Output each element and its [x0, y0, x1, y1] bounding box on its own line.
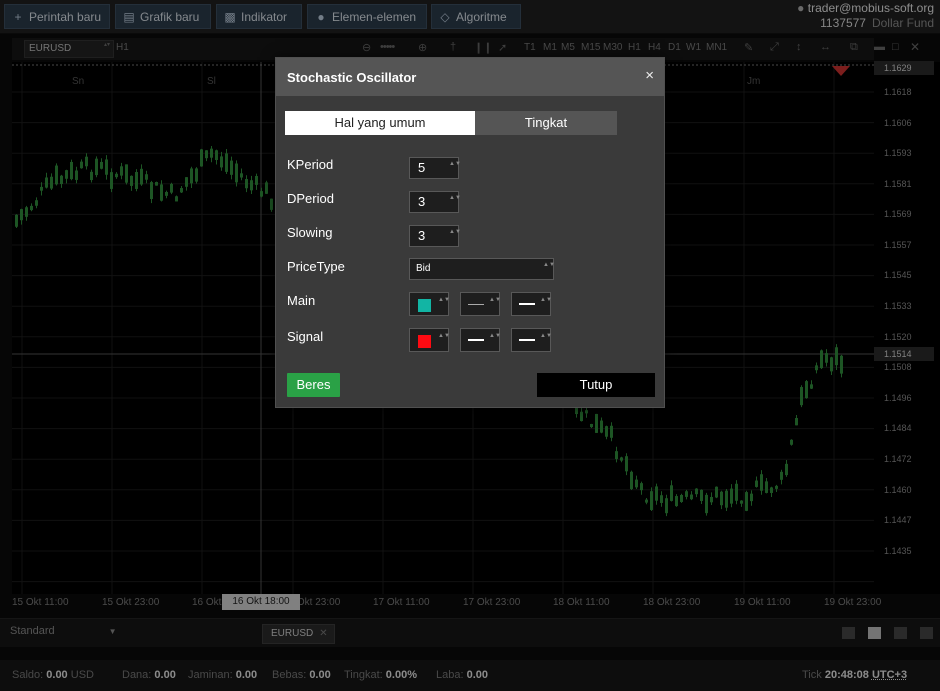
- stepper-arrows-icon: ▲▼: [438, 333, 450, 339]
- dialog-header: Stochastic Oscillator ×: [276, 58, 664, 96]
- pricetype-label: PriceType: [287, 259, 345, 274]
- main-color-swatch: [418, 299, 431, 312]
- solid-line-icon: [519, 303, 535, 305]
- dialog-close-icon[interactable]: ×: [645, 67, 654, 84]
- signal-label: Signal: [287, 329, 324, 344]
- main-line-width-select[interactable]: ▲▼: [460, 292, 501, 316]
- signal-line-width-select[interactable]: ▲▼: [460, 328, 501, 352]
- stepper-arrows-icon[interactable]: ▲▼: [449, 161, 461, 168]
- signal-color-swatch: [418, 335, 431, 348]
- stepper-arrows-icon[interactable]: ▲▼: [449, 229, 461, 236]
- ok-button[interactable]: Beres: [287, 373, 340, 397]
- stepper-arrows-icon: ▲▼: [438, 297, 450, 303]
- chevron-updown-icon: ▲▼: [543, 262, 555, 268]
- tab-levels[interactable]: Tingkat: [475, 111, 617, 135]
- main-line-style-select[interactable]: ▲▼: [511, 292, 552, 316]
- slowing-stepper[interactable]: 3 ▲▼: [409, 225, 461, 247]
- main-color-picker[interactable]: ▲▼: [409, 292, 450, 316]
- dperiod-label: DPeriod: [287, 191, 334, 206]
- dialog-title: Stochastic Oscillator: [287, 70, 417, 85]
- slowing-label: Slowing: [287, 225, 333, 240]
- close-button[interactable]: Tutup: [537, 373, 655, 397]
- stepper-arrows-icon: ▲▼: [489, 297, 501, 303]
- dialog-tabs: Hal yang umum Tingkat: [285, 111, 617, 135]
- stepper-arrows-icon[interactable]: ▲▼: [449, 195, 461, 202]
- pricetype-select[interactable]: Bid ▲▼: [409, 258, 555, 280]
- stepper-arrows-icon: ▲▼: [489, 333, 501, 339]
- indicator-settings-dialog: Stochastic Oscillator × Hal yang umum Ti…: [275, 57, 665, 408]
- main-label: Main: [287, 293, 316, 308]
- kperiod-label: KPeriod: [287, 157, 334, 172]
- dperiod-stepper[interactable]: 3 ▲▼: [409, 191, 461, 213]
- signal-line-style-select[interactable]: ▲▼: [511, 328, 552, 352]
- tab-general[interactable]: Hal yang umum: [285, 111, 475, 135]
- solid-line-icon: [468, 339, 484, 341]
- signal-color-picker[interactable]: ▲▼: [409, 328, 450, 352]
- stepper-arrows-icon: ▲▼: [540, 297, 552, 303]
- solid-line-icon: [519, 339, 535, 341]
- kperiod-stepper[interactable]: 5 ▲▼: [409, 157, 461, 179]
- thin-line-icon: [468, 304, 484, 305]
- stepper-arrows-icon: ▲▼: [540, 333, 552, 339]
